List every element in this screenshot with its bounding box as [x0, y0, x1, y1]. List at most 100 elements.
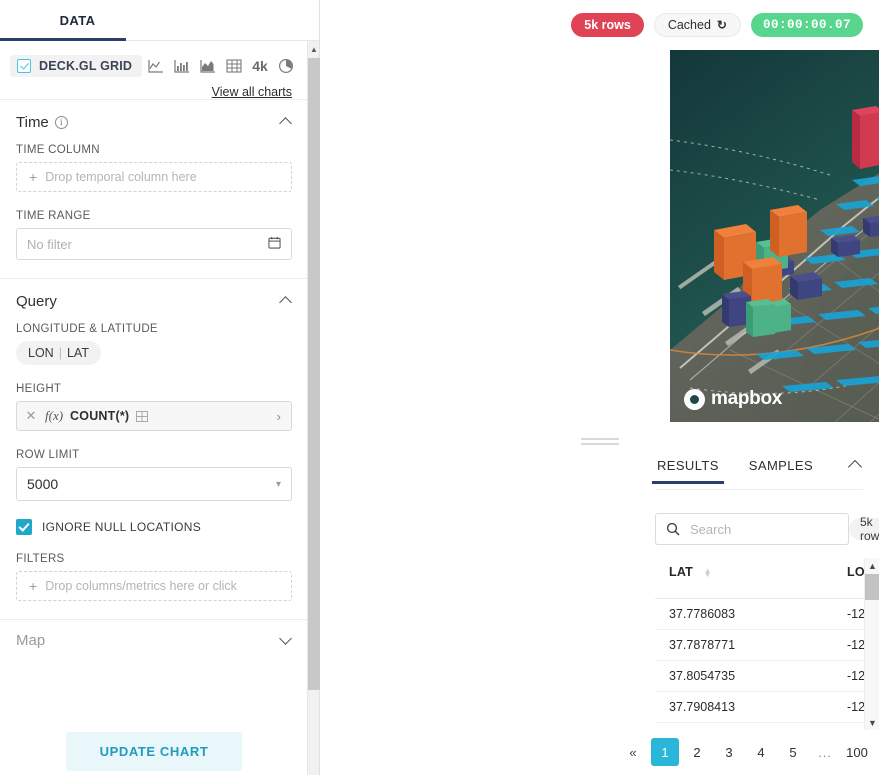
column-header-lat-label: LAT [669, 565, 693, 579]
rows-count-badge: 5k rows [571, 13, 644, 37]
control-panel-scroll-area: DECK.GL GRID 4k [0, 41, 308, 775]
cached-badge[interactable]: Cached ↻ [654, 13, 741, 37]
panel-resize-handle[interactable] [320, 438, 879, 445]
filters-label: FILTERS [16, 553, 292, 565]
big-number-label: 4k [252, 58, 268, 74]
chevron-down-icon[interactable] [280, 634, 292, 646]
tab-data-label: DATA [60, 13, 96, 28]
search-icon [666, 522, 680, 536]
info-icon[interactable]: i [55, 116, 68, 129]
table-cell: -122.4125137 [833, 692, 867, 723]
explore-main: 5k rows Cached ↻ 00:00:00.07 [320, 0, 879, 775]
scroll-up-icon[interactable]: ▲ [865, 558, 879, 573]
deckgl-map-viewport[interactable]: mapbox i [670, 50, 879, 422]
pagination-page-2[interactable]: 2 [683, 738, 711, 766]
search-input-wrapper[interactable] [655, 513, 849, 545]
pagination-page-3[interactable]: 3 [715, 738, 743, 766]
time-range-label: TIME RANGE [16, 210, 292, 222]
section-time-header[interactable]: Time i [16, 100, 292, 144]
height-metric-control[interactable]: ✕ f(x) COUNT(*) › [16, 401, 292, 431]
filters-dropzone[interactable]: + Drop columns/metrics here or click [16, 571, 292, 601]
search-input[interactable] [688, 521, 838, 538]
query-timer-badge: 00:00:00.07 [751, 13, 863, 37]
plus-icon: + [29, 169, 37, 185]
section-time-title: Time [16, 114, 49, 131]
section-query-header[interactable]: Query [16, 279, 292, 323]
tab-data[interactable]: DATA [30, 0, 125, 41]
pie-chart-icon[interactable] [274, 53, 298, 79]
pagination-page-1[interactable]: 1 [651, 738, 679, 766]
ignore-null-locations-checkbox[interactable]: IGNORE NULL LOCATIONS [16, 519, 292, 535]
pagination-prev[interactable]: « [619, 738, 647, 766]
section-map: Map [0, 619, 308, 660]
scrollbar-thumb[interactable] [865, 574, 879, 600]
mapbox-logo-icon [684, 389, 705, 410]
sort-icon[interactable]: ▲▼ [704, 569, 712, 577]
chevron-up-icon[interactable] [280, 116, 292, 128]
close-icon[interactable]: ✕ [17, 408, 45, 424]
mapbox-label: mapbox [711, 388, 782, 410]
plus-icon: + [29, 578, 37, 594]
time-column-label: TIME COLUMN [16, 144, 292, 156]
section-map-title: Map [16, 632, 45, 649]
scroll-up-icon[interactable]: ▲ [308, 41, 320, 58]
mapbox-attribution: mapbox [684, 388, 782, 410]
view-all-charts[interactable]: View all charts [0, 79, 308, 99]
pagination-page-4[interactable]: 4 [747, 738, 775, 766]
scrollbar-thumb[interactable] [308, 58, 320, 690]
update-chart-button[interactable]: UPDATE CHART [66, 732, 243, 771]
results-tab-bar: RESULTS SAMPLES [655, 458, 863, 490]
column-header-lon[interactable]: LON ▲▼ [833, 558, 867, 599]
height-metric-value: COUNT(*) [70, 409, 129, 423]
calendar-icon [268, 236, 281, 252]
pill-separator: | [59, 346, 62, 360]
section-map-header[interactable]: Map [16, 620, 292, 660]
tab-samples-label: SAMPLES [749, 458, 813, 473]
tab-samples[interactable]: SAMPLES [747, 458, 815, 483]
column-header-lat[interactable]: LAT ▲▼ [655, 558, 833, 599]
scroll-down-icon[interactable]: ▼ [865, 715, 879, 730]
section-query: Query LONGITUDE & LATITUDE LON | LAT HEI… [0, 278, 308, 601]
big-number-icon[interactable]: 4k [248, 53, 272, 79]
line-chart-icon[interactable] [144, 53, 168, 79]
table-row[interactable]: 37.7908413-122.41251371004 [655, 692, 867, 723]
table-row[interactable]: 37.7912984-122.4088144816 [655, 723, 867, 731]
tab-results-label: RESULTS [657, 458, 719, 473]
table-icon[interactable] [222, 53, 246, 79]
sidebar-scrollbar[interactable]: ▲ [307, 41, 319, 775]
pagination-next[interactable]: » [875, 738, 879, 766]
deckgl-grid-canvas [670, 50, 879, 422]
table-row[interactable]: 37.7878771-122.41019892391 [655, 630, 867, 661]
chevron-down-icon: ▾ [276, 479, 281, 490]
time-range-input[interactable]: No filter [16, 228, 292, 260]
field-lon-lat: LONGITUDE & LATITUDE LON | LAT [16, 323, 292, 365]
table-cell: -122.4221936 [833, 599, 867, 630]
chevron-up-icon[interactable] [280, 295, 292, 307]
results-table-scrollbar[interactable]: ▲ ▼ [864, 558, 879, 730]
collapse-results-icon[interactable] [849, 458, 863, 472]
table-row[interactable]: 37.8054735-122.42059651349 [655, 661, 867, 692]
row-limit-select[interactable]: 5000 ▾ [16, 467, 292, 501]
height-label: HEIGHT [16, 383, 292, 395]
table-cell: 37.7912984 [655, 723, 833, 731]
results-table-container: LAT ▲▼ LON ▲▼ count ▲▼ 37.7786083-122 [655, 558, 867, 730]
results-table-head: LAT ▲▼ LON ▲▼ count ▲▼ [655, 558, 867, 599]
bar-chart-icon[interactable] [170, 53, 194, 79]
pagination-page-100[interactable]: 100 [843, 738, 871, 766]
pagination-ellipsis: ... [811, 738, 839, 766]
table-cell: 37.7878771 [655, 630, 833, 661]
chevron-right-icon[interactable]: › [277, 409, 291, 424]
control-panel: DATA DECK.GL GRID [0, 0, 320, 775]
tab-results[interactable]: RESULTS [655, 458, 721, 483]
refresh-icon[interactable]: ↻ [717, 18, 727, 32]
table-row[interactable]: 37.7786083-122.42219362415 [655, 599, 867, 630]
time-column-dropzone[interactable]: + Drop temporal column here [16, 162, 292, 192]
field-height: HEIGHT ✕ f(x) COUNT(*) › [16, 383, 292, 431]
pagination-page-5[interactable]: 5 [779, 738, 807, 766]
area-chart-icon[interactable] [196, 53, 220, 79]
section-time: Time i TIME COLUMN + Drop temporal colum… [0, 99, 308, 260]
superset-explore-app: DATA DECK.GL GRID [0, 0, 879, 775]
ignore-null-locations-label: IGNORE NULL LOCATIONS [42, 520, 201, 534]
lonlat-value-pill[interactable]: LON | LAT [16, 341, 101, 365]
viz-type-selected[interactable]: DECK.GL GRID [10, 55, 142, 77]
